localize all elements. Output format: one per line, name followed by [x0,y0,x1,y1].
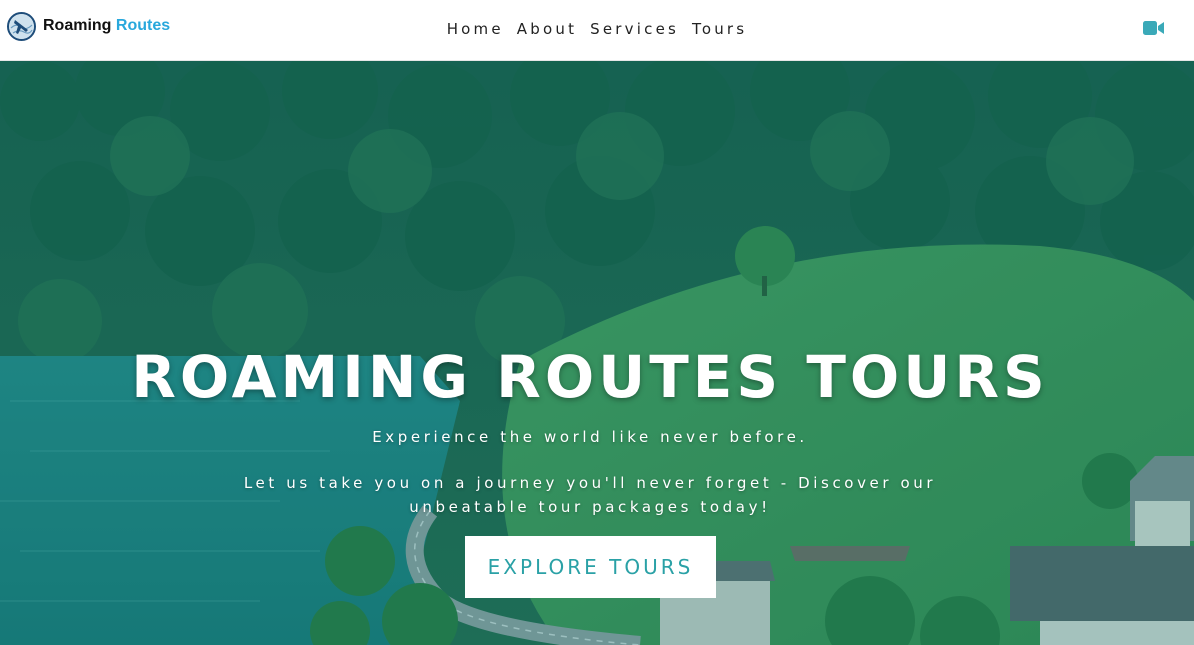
nav-tours[interactable]: Tours [692,20,747,38]
site-header: Roaming Routes Home About Services Tours [0,0,1194,61]
hero-description: Let us take you on a journey you'll neve… [243,474,937,516]
hero-content: ROAMING ROUTES TOURS Experience the worl… [0,61,1194,645]
nav-home[interactable]: Home [447,20,504,38]
hero-title: ROAMING ROUTES TOURS [131,343,1049,411]
globe-plane-icon [7,11,36,41]
brand-name-part2: Routes [115,17,171,34]
nav-about[interactable]: About [517,20,577,38]
explore-tours-button[interactable]: EXPLORE TOURS [465,536,716,598]
hero-section: ROAMING ROUTES TOURS Experience the worl… [0,61,1194,645]
video-camera-icon[interactable] [1143,19,1165,37]
brand-name: Roaming Routes [43,17,170,35]
brand-name-part1: Roaming [43,17,112,34]
brand-logo-link[interactable]: Roaming Routes [7,11,170,41]
main-nav: Home About Services Tours [0,19,1194,38]
hero-tagline: Experience the world like never before. [372,428,808,446]
nav-services[interactable]: Services [590,20,679,38]
